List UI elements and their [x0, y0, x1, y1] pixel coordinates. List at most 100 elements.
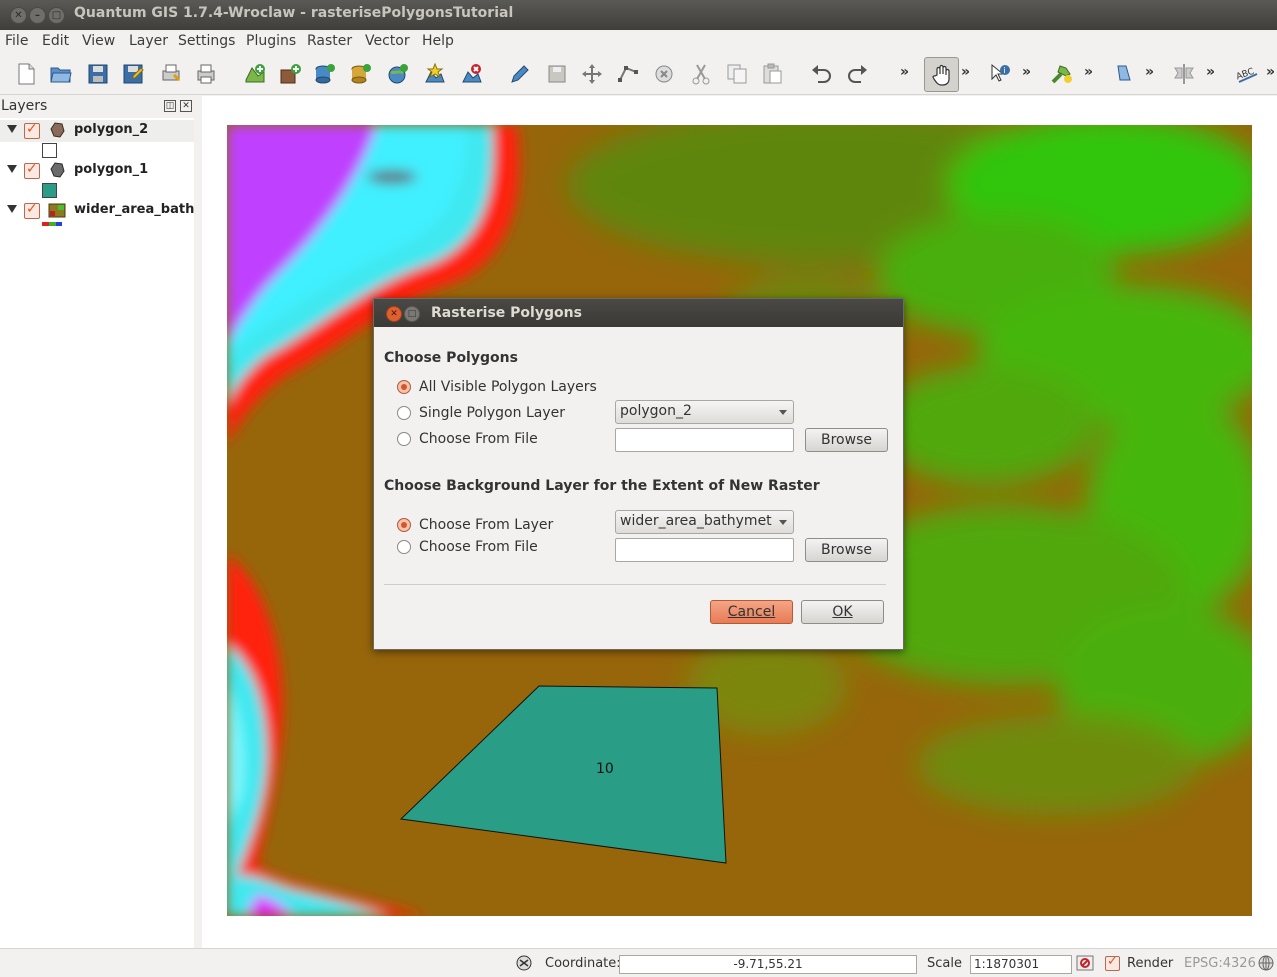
- menu-settings[interactable]: Settings: [178, 33, 235, 49]
- svg-text:i: i: [1004, 66, 1006, 75]
- radio-from-file-2-label[interactable]: Choose From File: [419, 539, 538, 555]
- menu-plugins[interactable]: Plugins: [246, 33, 296, 49]
- identify-icon[interactable]: i: [988, 62, 1012, 86]
- remove-layer-icon[interactable]: [460, 62, 484, 86]
- radio-single-layer-label[interactable]: Single Polygon Layer: [419, 405, 565, 421]
- menu-vector[interactable]: Vector: [365, 33, 410, 49]
- copy-features-icon[interactable]: [725, 62, 749, 86]
- radio-from-file-2[interactable]: [397, 540, 411, 554]
- stop-render-icon[interactable]: [1075, 954, 1095, 972]
- menu-help[interactable]: Help: [422, 33, 454, 49]
- ok-button[interactable]: OK: [801, 600, 884, 624]
- plugin-icon[interactable]: [1050, 62, 1074, 86]
- label-icon[interactable]: [1172, 62, 1196, 86]
- cut-features-icon[interactable]: [689, 62, 713, 86]
- projection-globe-icon[interactable]: [1257, 954, 1275, 972]
- polygon-layer-icon: [50, 162, 65, 178]
- polygon-layer-combo-value: polygon_2: [620, 403, 692, 419]
- minimize-window-button[interactable]: –: [29, 7, 46, 24]
- ok-button-label: OK: [832, 604, 853, 620]
- layer-row-wider-area[interactable]: wider_area_bath…: [0, 200, 207, 222]
- delete-selected-icon[interactable]: [652, 62, 676, 86]
- background-file-field[interactable]: [615, 538, 794, 562]
- toolbar-overflow-1[interactable]: »: [900, 64, 909, 80]
- print-icon[interactable]: [194, 62, 218, 86]
- close-window-button[interactable]: ✕: [10, 7, 27, 24]
- cancel-button[interactable]: Cancel: [710, 600, 793, 624]
- radio-from-layer[interactable]: [397, 518, 411, 532]
- menu-edit[interactable]: Edit: [42, 33, 69, 49]
- paste-features-icon[interactable]: [760, 62, 784, 86]
- mouse-coordinate-icon[interactable]: [514, 954, 534, 972]
- menu-view[interactable]: View: [82, 33, 115, 49]
- new-shapefile-icon[interactable]: [423, 62, 447, 86]
- dialog-close-button[interactable]: ✕: [386, 306, 402, 322]
- toolbar-overflow-3[interactable]: »: [1022, 64, 1031, 80]
- layer-visibility-checkbox[interactable]: [24, 121, 40, 139]
- add-raster-layer-icon[interactable]: [279, 62, 303, 86]
- toolbar-overflow-6[interactable]: »: [1206, 64, 1215, 80]
- new-project-icon[interactable]: [14, 62, 38, 86]
- maximize-window-button[interactable]: □: [48, 7, 65, 24]
- layer-name: polygon_1: [74, 162, 149, 177]
- add-spatialite-layer-icon[interactable]: [349, 62, 373, 86]
- layer-name: polygon_2: [74, 122, 149, 137]
- radio-all-visible[interactable]: [397, 380, 411, 394]
- redo-icon[interactable]: [846, 62, 870, 86]
- toggle-editing-icon[interactable]: [508, 62, 532, 86]
- crs-label[interactable]: EPSG:4326: [1184, 956, 1256, 971]
- background-layer-combo[interactable]: wider_area_bathymetr: [615, 510, 794, 534]
- layers-header: Layers ◫ ✕: [0, 96, 196, 118]
- maximize-icon: □: [407, 309, 417, 319]
- legend-raster-ramp: [42, 222, 62, 226]
- radio-from-file-1-label[interactable]: Choose From File: [419, 431, 538, 447]
- measure-icon[interactable]: [1112, 62, 1136, 86]
- radio-from-file-1[interactable]: [397, 432, 411, 446]
- abc-label-icon[interactable]: ABC: [1235, 62, 1259, 86]
- maximize-icon: □: [51, 10, 62, 21]
- toolbar-overflow-7[interactable]: »: [1266, 64, 1275, 80]
- add-wms-layer-icon[interactable]: [386, 62, 410, 86]
- radio-all-visible-label[interactable]: All Visible Polygon Layers: [419, 379, 597, 395]
- layer-row-polygon-1[interactable]: polygon_1: [0, 160, 194, 182]
- add-vector-layer-icon[interactable]: [243, 62, 267, 86]
- toolbar-overflow-4[interactable]: »: [1084, 64, 1093, 80]
- scale-field[interactable]: 1:1870301: [970, 955, 1072, 974]
- expand-icon[interactable]: [7, 205, 17, 213]
- chevron-down-icon: [779, 520, 787, 525]
- save-as-icon[interactable]: [121, 62, 145, 86]
- browse-polygon-file-button[interactable]: Browse: [805, 428, 888, 452]
- add-postgis-layer-icon[interactable]: [313, 62, 337, 86]
- polygon-file-field[interactable]: [615, 428, 794, 452]
- node-tool-icon[interactable]: [616, 62, 640, 86]
- layer-visibility-checkbox[interactable]: [24, 161, 40, 179]
- float-panel-button[interactable]: ◫: [164, 100, 176, 112]
- dialog-maximize-button[interactable]: □: [404, 306, 420, 322]
- window-title: Quantum GIS 1.7.4-Wroclaw - rasterisePol…: [74, 5, 514, 21]
- menu-layer[interactable]: Layer: [129, 33, 168, 49]
- radio-from-layer-label[interactable]: Choose From Layer: [419, 517, 553, 533]
- layer-visibility-checkbox[interactable]: [24, 201, 40, 219]
- undo-icon[interactable]: [809, 62, 833, 86]
- expand-icon[interactable]: [7, 165, 17, 173]
- radio-single-layer[interactable]: [397, 406, 411, 420]
- polygon-layer-combo[interactable]: polygon_2: [615, 400, 794, 424]
- save-project-icon[interactable]: [86, 62, 110, 86]
- layer-row-polygon-2[interactable]: polygon_2: [0, 120, 194, 142]
- open-project-icon[interactable]: [49, 62, 73, 86]
- toolbar-overflow-2[interactable]: »: [961, 64, 970, 80]
- print-composer-icon[interactable]: [159, 62, 183, 86]
- toolbar-overflow-5[interactable]: »: [1145, 64, 1154, 80]
- menu-raster[interactable]: Raster: [307, 33, 352, 49]
- expand-icon[interactable]: [7, 125, 17, 133]
- panel-splitter[interactable]: [194, 96, 202, 948]
- render-checkbox[interactable]: [1105, 954, 1120, 971]
- pan-button[interactable]: [924, 57, 959, 92]
- move-feature-icon[interactable]: [580, 62, 604, 86]
- save-edits-icon[interactable]: [545, 62, 569, 86]
- coordinate-field[interactable]: -9.71,55.21: [619, 955, 917, 974]
- pan-icon: [932, 64, 950, 86]
- menu-file[interactable]: File: [5, 33, 28, 49]
- browse-background-file-button[interactable]: Browse: [805, 538, 888, 562]
- close-panel-button[interactable]: ✕: [180, 100, 192, 112]
